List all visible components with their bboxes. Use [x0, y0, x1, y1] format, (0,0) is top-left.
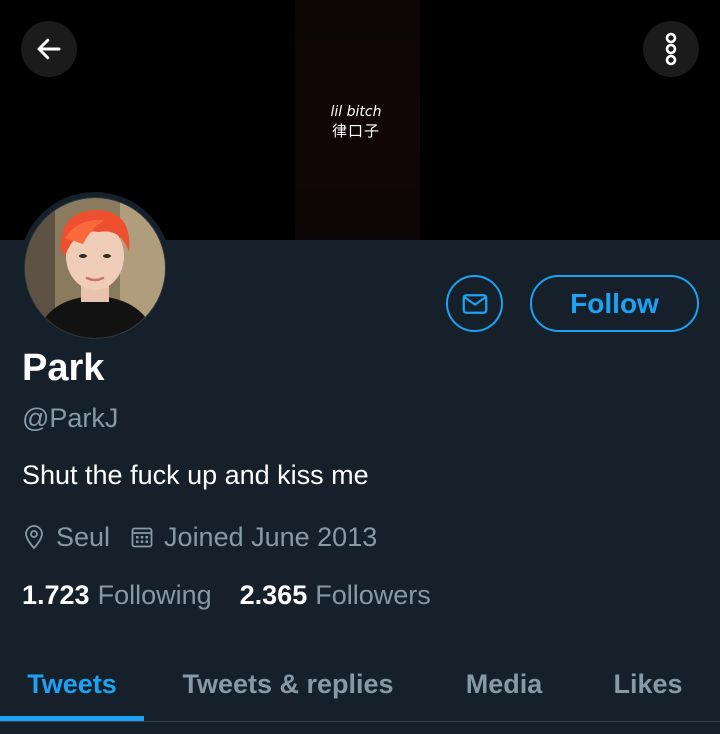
- banner-caption-line2: 律口子: [331, 122, 380, 140]
- location-pin-icon: [22, 524, 46, 550]
- followers-link[interactable]: 2.365 Followers: [240, 580, 431, 611]
- profile-stats: 1.723 Following 2.365 Followers: [22, 580, 431, 611]
- profile-tabs: Tweets Tweets & replies Media Likes: [0, 648, 720, 722]
- profile-meta: Seul Joined June 2013: [22, 519, 377, 555]
- calendar-icon: [130, 525, 154, 549]
- more-options-button[interactable]: [643, 21, 699, 77]
- followers-label: Followers: [315, 580, 431, 610]
- profile-bio: Shut the fuck up and kiss me: [22, 460, 369, 490]
- mail-icon: [462, 293, 487, 314]
- back-button[interactable]: [21, 21, 77, 77]
- followers-count: 2.365: [239, 580, 308, 610]
- active-tab-indicator: [0, 716, 144, 721]
- avatar-image: [24, 197, 166, 339]
- tab-tweets-replies[interactable]: Tweets & replies: [160, 648, 416, 720]
- joined-item: Joined June 2013: [130, 522, 377, 553]
- banner-caption-line1: lil bitch: [330, 104, 382, 120]
- profile-page: lil bitch 律口子 Follow Park @ParkJ Shut th…: [0, 0, 720, 734]
- following-count: 1.723: [22, 580, 90, 610]
- tab-tweets[interactable]: Tweets: [0, 648, 144, 720]
- joined-text: Joined June 2013: [164, 521, 378, 552]
- profile-handle: @ParkJ: [22, 403, 119, 433]
- following-label: Following: [97, 580, 212, 610]
- profile-name: Park: [22, 347, 105, 389]
- location-text: Seul: [56, 521, 111, 552]
- follow-button[interactable]: Follow: [530, 275, 699, 332]
- tab-likes[interactable]: Likes: [588, 648, 708, 720]
- more-vertical-icon: [665, 32, 677, 66]
- tab-media[interactable]: Media: [440, 648, 568, 720]
- location-item: Seul: [22, 522, 110, 553]
- arrow-left-icon: [37, 38, 61, 60]
- following-link[interactable]: 1.723 Following: [22, 580, 212, 611]
- avatar[interactable]: [19, 192, 171, 344]
- message-button[interactable]: [446, 275, 503, 332]
